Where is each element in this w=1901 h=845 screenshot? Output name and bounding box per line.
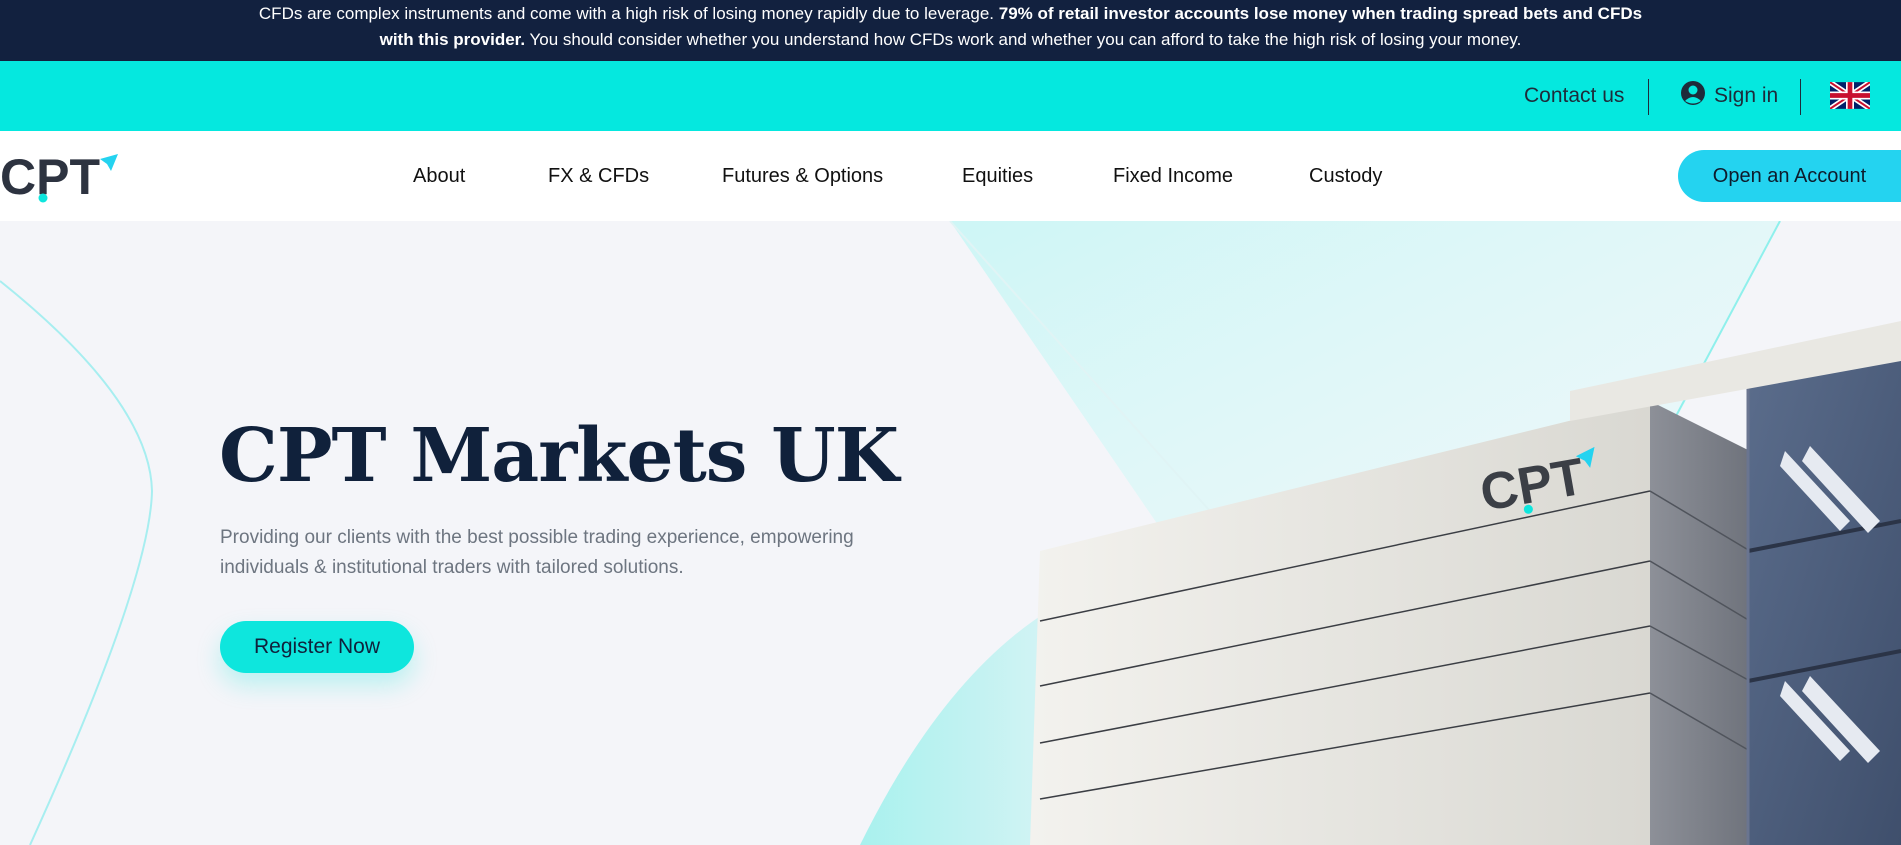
uk-flag-icon[interactable] — [1828, 79, 1872, 112]
risk-warning-text: CFDs are complex instruments and come wi… — [258, 4, 999, 23]
utility-divider — [1648, 79, 1649, 115]
nav-item-futures-options[interactable]: Futures & Options — [722, 131, 883, 221]
logo-text: CPT — [0, 149, 100, 203]
nav-item-about[interactable]: About — [413, 131, 465, 221]
risk-warning-banner: CFDs are complex instruments and come wi… — [0, 0, 1901, 61]
hero-section: CPT CPT Markets UK Providing our clients… — [0, 221, 1901, 845]
utility-bar: Contact us Sign in — [0, 61, 1901, 131]
hero-subtitle: Providing our clients with the best poss… — [220, 527, 854, 578]
cpt-logo[interactable]: CPT — [0, 143, 120, 205]
contact-us-link[interactable]: Contact us — [1524, 61, 1624, 131]
nav-item-fixed-income[interactable]: Fixed Income — [1113, 131, 1233, 221]
hero-title: CPT Markets UK — [219, 413, 899, 499]
nav-item-fx-cfds[interactable]: FX & CFDs — [548, 131, 649, 221]
nav-item-equities[interactable]: Equities — [962, 131, 1033, 221]
utility-divider — [1800, 79, 1801, 115]
user-circle-icon — [1680, 80, 1706, 112]
main-navigation: CPT About FX & CFDs Futures & Options Eq… — [0, 131, 1901, 221]
sign-in-label: Sign in — [1714, 84, 1779, 107]
open-account-button[interactable]: Open an Account — [1678, 150, 1901, 202]
sign-in-button[interactable]: Sign in — [1680, 61, 1778, 131]
register-now-button[interactable]: Register Now — [220, 621, 414, 673]
nav-item-custody[interactable]: Custody — [1309, 131, 1382, 221]
risk-warning-text-after: You should consider whether you understa… — [525, 30, 1522, 49]
